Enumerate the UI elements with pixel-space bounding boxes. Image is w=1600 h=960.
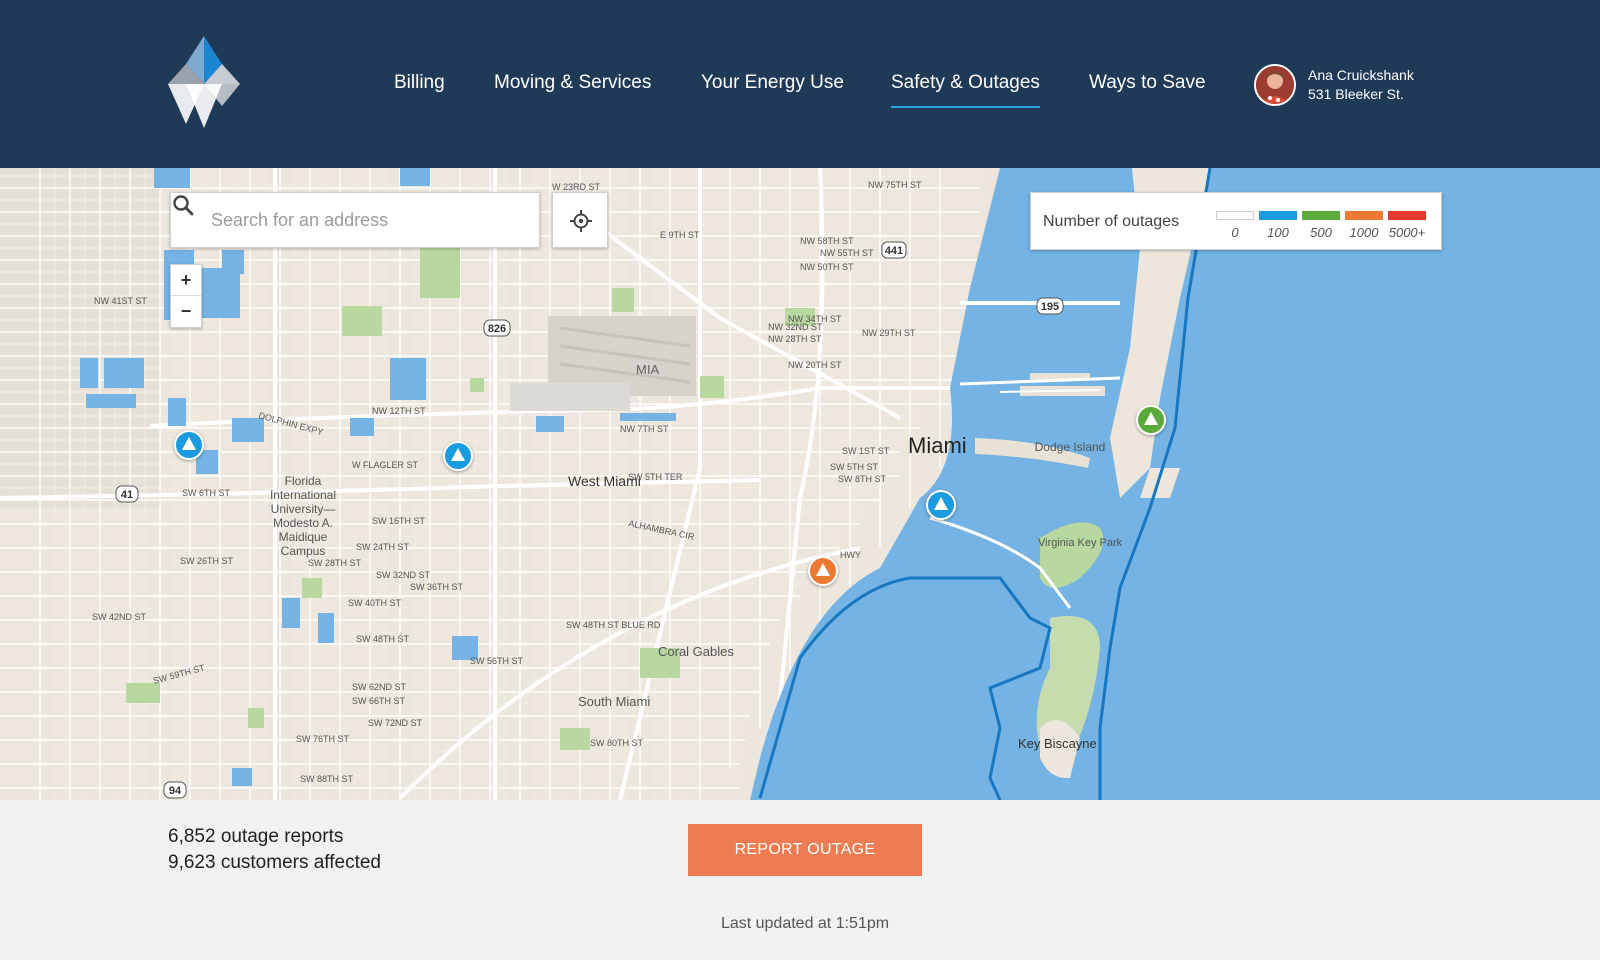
svg-text:SW 40TH ST: SW 40TH ST (348, 598, 402, 608)
shield-195-label: 195 (1041, 301, 1059, 313)
crosshair-icon (570, 210, 592, 232)
zoom-in-button[interactable]: + (171, 265, 201, 296)
city-label-miami: Miami (908, 433, 967, 458)
search-icon (173, 195, 194, 216)
svg-text:SW 42ND ST: SW 42ND ST (92, 612, 147, 622)
svg-text:SW 6TH ST: SW 6TH ST (182, 488, 231, 498)
fiu-label-box: Florida International University— Modest… (269, 474, 337, 558)
svg-text:E 9TH ST: E 9TH ST (660, 230, 700, 240)
svg-text:NW 55TH ST: NW 55TH ST (820, 248, 874, 258)
zoom-out-button[interactable]: − (171, 296, 201, 327)
legend-swatch-1000 (1345, 211, 1383, 220)
user-account[interactable]: Ana Cruickshank 531 Bleeker St. (1254, 64, 1454, 108)
svg-text:SW 76TH ST: SW 76TH ST (296, 734, 350, 744)
svg-text:SW 62ND ST: SW 62ND ST (352, 682, 407, 692)
search-input[interactable] (211, 193, 531, 247)
svg-text:NW 41ST ST: NW 41ST ST (94, 296, 147, 306)
svg-text:SW 1ST ST: SW 1ST ST (842, 446, 890, 456)
legend-title: Number of outages (1043, 213, 1180, 230)
outage-marker[interactable] (443, 441, 473, 471)
svg-text:SW 5TH TER: SW 5TH TER (628, 472, 683, 482)
svg-text:SW 36TH ST: SW 36TH ST (410, 582, 464, 592)
shield-94-label: 94 (169, 785, 182, 797)
outage-legend: Number of outages 0 100 500 1000 5000+ (1030, 192, 1442, 250)
svg-text:SW 66TH ST: SW 66TH ST (352, 696, 406, 706)
outage-marker[interactable] (926, 490, 956, 520)
locate-me-button[interactable] (552, 192, 608, 248)
svg-text:HWY: HWY (840, 550, 861, 560)
outage-marker[interactable] (174, 430, 204, 460)
legend-label-5000: 5000+ (1388, 225, 1426, 240)
svg-text:SW 48TH ST BLUE RD: SW 48TH ST BLUE RD (566, 620, 661, 630)
svg-text:NW 50TH ST: NW 50TH ST (800, 262, 854, 272)
svg-text:NW 20TH ST: NW 20TH ST (788, 360, 842, 370)
svg-text:NW 75TH ST: NW 75TH ST (868, 180, 922, 190)
nav-item-safety-outages[interactable]: Safety & Outages (891, 72, 1040, 108)
legend-swatch-500 (1302, 211, 1340, 220)
legend-swatch-100 (1259, 211, 1297, 220)
svg-text:SW 80TH ST: SW 80TH ST (590, 738, 644, 748)
svg-text:SW 72ND ST: SW 72ND ST (368, 718, 423, 728)
avatar[interactable] (1254, 64, 1296, 106)
south-miami-label: South Miami (578, 694, 650, 709)
report-outage-button[interactable]: REPORT OUTAGE (688, 824, 922, 876)
legend-label-0: 0 (1231, 225, 1239, 240)
svg-text:W 23RD ST: W 23RD ST (552, 182, 601, 192)
svg-text:SW 26TH ST: SW 26TH ST (180, 556, 234, 566)
svg-text:SW 24TH ST: SW 24TH ST (356, 542, 410, 552)
address-search (170, 192, 540, 248)
user-address: 531 Bleeker St. (1308, 86, 1404, 102)
svg-text:SW 88TH ST: SW 88TH ST (300, 774, 354, 784)
svg-text:NW 28TH ST: NW 28TH ST (768, 334, 822, 344)
nav-item-billing[interactable]: Billing (394, 72, 445, 94)
svg-text:SW 5TH ST: SW 5TH ST (830, 462, 879, 472)
last-updated: Last updated at 1:51pm (720, 915, 890, 932)
svg-text:SW 28TH ST: SW 28TH ST (308, 558, 362, 568)
virginia-key-label: Virginia Key Park (1038, 537, 1123, 549)
dodge-island-label: Dodge Island (1035, 440, 1106, 454)
top-header: Billing Moving & Services Your Energy Us… (0, 0, 1600, 168)
legend-label-500: 500 (1310, 225, 1332, 240)
svg-text:SW 8TH ST: SW 8TH ST (838, 474, 887, 484)
svg-text:NW 12TH ST: NW 12TH ST (372, 406, 426, 416)
outage-marker[interactable] (1136, 405, 1166, 435)
user-name: Ana Cruickshank (1308, 67, 1414, 83)
svg-text:NW 58TH ST: NW 58TH ST (800, 236, 854, 246)
svg-text:NW 29TH ST: NW 29TH ST (862, 328, 916, 338)
svg-text:SW 16TH ST: SW 16TH ST (372, 516, 426, 526)
nav-item-ways-to-save[interactable]: Ways to Save (1089, 72, 1206, 94)
svg-text:SW 32ND ST: SW 32ND ST (376, 570, 431, 580)
map-base: 826 441 195 41 94 MIA Miami Dodge Island… (0, 168, 1600, 800)
outage-stats: 6,852 outage reports 9,623 customers aff… (168, 824, 381, 876)
legend-swatch-5000 (1388, 211, 1426, 220)
svg-text:NW 7TH ST: NW 7TH ST (620, 424, 669, 434)
legend-label-100: 100 (1267, 225, 1289, 240)
shield-41-label: 41 (121, 489, 133, 501)
legend-label-1000: 1000 (1349, 225, 1379, 240)
shield-826-label: 826 (488, 323, 506, 335)
svg-text:NW 32ND ST: NW 32ND ST (768, 322, 823, 332)
outage-marker[interactable] (808, 556, 838, 586)
fiu-label: Florida International University— Modest… (269, 474, 337, 558)
zoom-control: + − (170, 264, 202, 328)
airport-label: MIA (636, 362, 659, 377)
legend-swatch-0 (1216, 211, 1254, 220)
outage-reports-count: 6,852 outage reports (168, 826, 344, 847)
coral-gables-label: Coral Gables (658, 644, 734, 659)
customers-affected-count: 9,623 customers affected (168, 852, 381, 873)
shield-441-label: 441 (885, 245, 903, 257)
svg-text:SW 56TH ST: SW 56TH ST (470, 656, 524, 666)
nav-item-energy-use[interactable]: Your Energy Use (701, 72, 844, 94)
nav-item-moving-services[interactable]: Moving & Services (494, 72, 651, 94)
outage-map[interactable]: 826 441 195 41 94 MIA Miami Dodge Island… (0, 168, 1600, 800)
svg-text:SW 48TH ST: SW 48TH ST (356, 634, 410, 644)
key-biscayne-label: Key Biscayne (1018, 736, 1097, 751)
svg-text:W FLAGLER ST: W FLAGLER ST (352, 460, 419, 470)
